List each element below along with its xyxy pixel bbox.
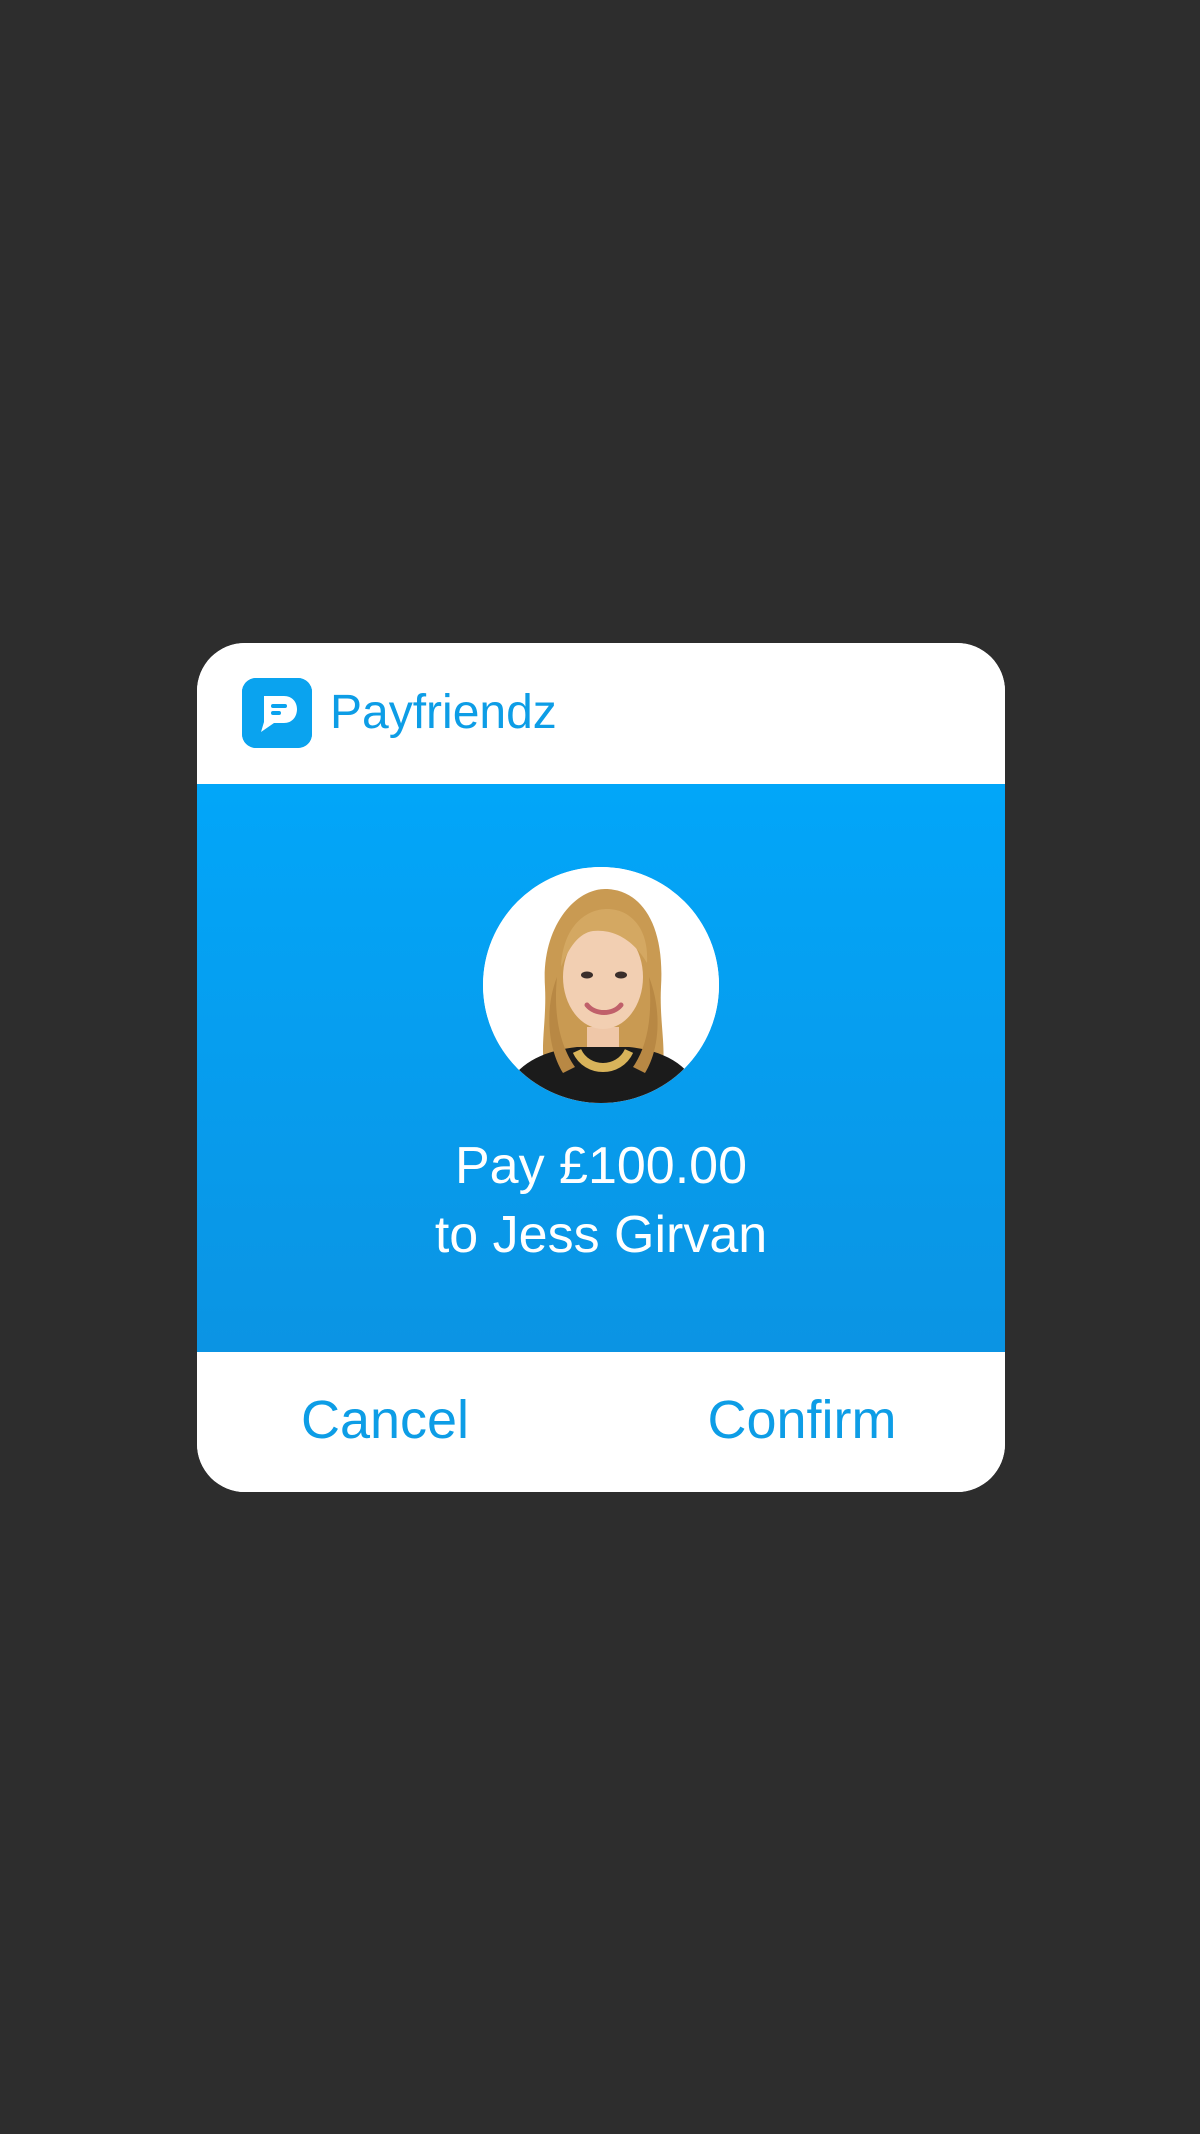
payment-message: Pay £100.00 to Jess Girvan [197,1132,1005,1270]
payment-dialog: Payfriendz Pay £100.00 to Jess Girvan Ca… [197,643,1005,1492]
recipient-avatar [483,867,719,1103]
dialog-actions: Cancel Confirm [197,1352,1005,1492]
payfriendz-logo-icon [242,678,312,748]
app-name: Payfriendz [330,686,557,739]
payment-panel: Pay £100.00 to Jess Girvan [197,784,1005,1352]
cancel-button[interactable]: Cancel [300,1388,470,1452]
payment-amount: Pay £100.00 [454,1137,748,1195]
confirm-button[interactable]: Confirm [702,1388,902,1452]
dialog-header: Payfriendz [197,643,1005,784]
payment-recipient: to Jess Girvan [434,1206,768,1264]
